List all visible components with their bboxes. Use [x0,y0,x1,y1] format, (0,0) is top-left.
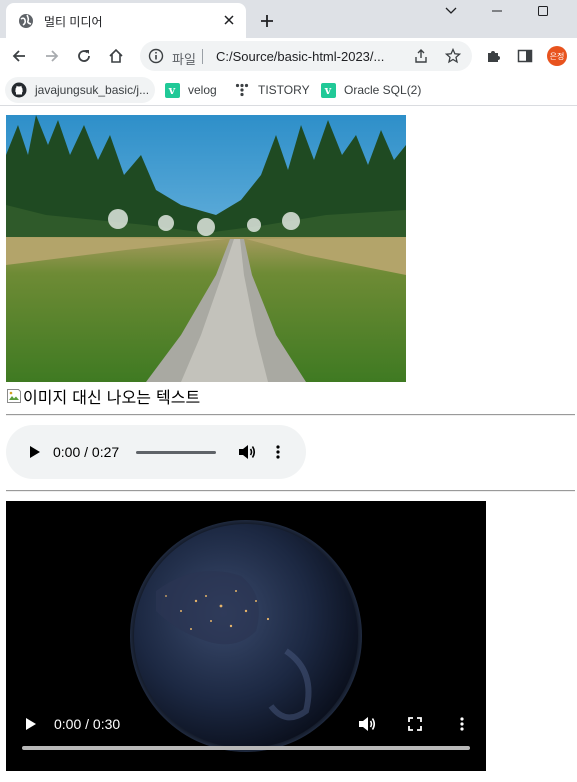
address-bar[interactable]: 파일 C:/Source/basic-html-2023/... [140,41,472,71]
play-icon[interactable] [24,441,46,463]
video-progress-track[interactable] [22,746,470,750]
navigation-toolbar: 파일 C:/Source/basic-html-2023/... 은정 [0,38,577,74]
globe-icon [18,13,34,29]
fullscreen-icon[interactable] [404,713,426,735]
omnibox-divider [202,49,203,64]
alt-text-label: 이미지 대신 나오는 텍스트 [23,388,201,407]
bookmark-label: velog [188,83,217,97]
back-icon[interactable] [5,42,33,70]
minimize-icon[interactable] [474,0,520,22]
bookmark-item-tistory[interactable]: TISTORY [228,77,316,103]
home-icon[interactable] [102,42,130,70]
bookmark-label: javajungsuk_basic/j... [35,83,150,97]
bookmarks-bar: javajungsuk_basic/j... v velog TISTORY v… [0,74,577,106]
info-icon[interactable] [148,48,164,64]
forward-icon[interactable] [38,42,66,70]
horizontal-rule [6,414,575,416]
profile-avatar[interactable]: 은정 [547,46,567,66]
bookmark-label: TISTORY [258,83,310,97]
video-time-display: 0:00 / 0:30 [54,716,121,732]
extensions-icon[interactable] [479,42,507,70]
broken-image-icon [6,388,22,404]
bookmark-item-github[interactable]: javajungsuk_basic/j... [5,77,156,103]
browser-chrome: 멀티 미디어 파일 C:/Source/basic-html-2023/... … [0,0,577,107]
tab-search-icon[interactable] [428,0,474,22]
url-scheme-label: 파일 [172,52,196,67]
audio-player[interactable]: 0:00 / 0:27 [6,425,306,479]
new-tab-button[interactable] [255,9,279,33]
video-player[interactable]: 0:00 / 0:30 [6,501,486,771]
tab-active[interactable]: 멀티 미디어 [6,3,246,38]
horizontal-rule [6,490,575,492]
velog-icon: v [164,82,180,98]
audio-progress-track[interactable] [136,451,216,454]
page-content: 이미지 대신 나오는 텍스트 0:00 / 0:27 0:00 / 0:30 [0,107,577,782]
velog-icon: v [320,82,336,98]
path-landscape-image [6,115,406,382]
audio-time-display: 0:00 / 0:27 [53,444,120,460]
tistory-icon [234,82,250,98]
bookmark-star-icon[interactable] [444,47,462,65]
reload-icon[interactable] [70,42,98,70]
bookmark-item-oracle-sql[interactable]: v Oracle SQL(2) [314,77,427,103]
tab-title: 멀티 미디어 [44,15,103,29]
maximize-icon[interactable] [520,0,566,22]
volume-icon[interactable] [236,441,258,463]
bookmark-label: Oracle SQL(2) [344,83,422,97]
close-tab-icon[interactable] [218,9,240,31]
play-icon[interactable] [20,713,42,735]
more-options-icon[interactable] [454,713,470,735]
volume-icon[interactable] [356,713,378,735]
url-text[interactable]: C:/Source/basic-html-2023/... [216,49,384,64]
image-alt-text: 이미지 대신 나오는 텍스트 [6,386,201,407]
share-icon[interactable] [412,47,430,65]
more-options-icon[interactable] [270,441,286,463]
side-panel-icon[interactable] [511,42,539,70]
tab-strip: 멀티 미디어 [0,0,577,38]
github-icon [11,82,27,98]
bookmark-item-velog[interactable]: v velog [158,77,223,103]
